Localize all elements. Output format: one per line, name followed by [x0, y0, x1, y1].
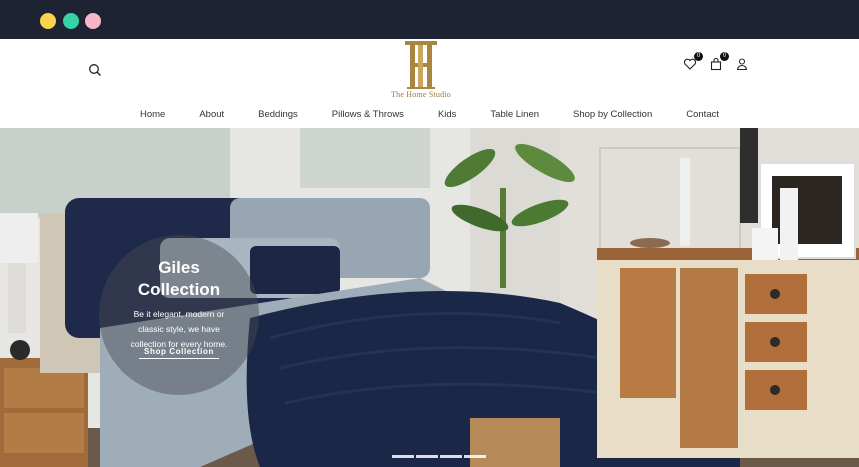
main-nav: Home About Beddings Pillows & Throws Kid… — [0, 109, 859, 120]
nav-beddings[interactable]: Beddings — [241, 109, 315, 120]
hero-banner: Giles Collection Be it elegant, modern o… — [0, 128, 859, 467]
slide-indicator-1[interactable] — [392, 455, 414, 458]
user-icon[interactable] — [735, 57, 749, 71]
cart-count-badge: 0 — [720, 52, 729, 61]
nav-about[interactable]: About — [182, 109, 241, 120]
search-icon[interactable] — [88, 63, 102, 77]
site-header: The Home Studio 0 0 Home About Beddings … — [0, 39, 859, 128]
nav-pillows-throws[interactable]: Pillows & Throws — [315, 109, 421, 120]
hero-collection-card: Giles Collection Be it elegant, modern o… — [99, 235, 259, 395]
shop-collection-link[interactable]: Shop Collection — [139, 347, 219, 359]
logo-text: The Home Studio — [391, 90, 451, 99]
slide-indicator-4[interactable] — [464, 455, 486, 458]
slider-pagination — [392, 455, 486, 458]
nav-shop-by-collection[interactable]: Shop by Collection — [556, 109, 669, 120]
nav-kids[interactable]: Kids — [421, 109, 473, 120]
hero-title: Giles Collection — [99, 257, 259, 301]
window-maximize-dot[interactable] — [85, 13, 101, 29]
window-close-dot[interactable] — [40, 13, 56, 29]
hero-title-line1: Giles — [158, 258, 200, 277]
window-chrome — [0, 0, 859, 39]
heart-icon[interactable]: 0 — [683, 52, 703, 71]
hero-description: Be it elegant, modern or classic style, … — [130, 309, 228, 349]
slide-indicator-3[interactable] — [440, 455, 462, 458]
window-minimize-dot[interactable] — [63, 13, 79, 29]
nav-table-linen[interactable]: Table Linen — [473, 109, 556, 120]
bag-icon[interactable]: 0 — [709, 52, 729, 71]
hero-title-line2: Collection — [137, 280, 221, 299]
slide-indicator-2[interactable] — [416, 455, 438, 458]
logo-monogram-icon — [405, 41, 437, 89]
nav-home[interactable]: Home — [123, 109, 182, 120]
site-logo[interactable]: The Home Studio — [381, 39, 461, 103]
wishlist-count-badge: 0 — [694, 52, 703, 61]
nav-contact[interactable]: Contact — [669, 109, 736, 120]
